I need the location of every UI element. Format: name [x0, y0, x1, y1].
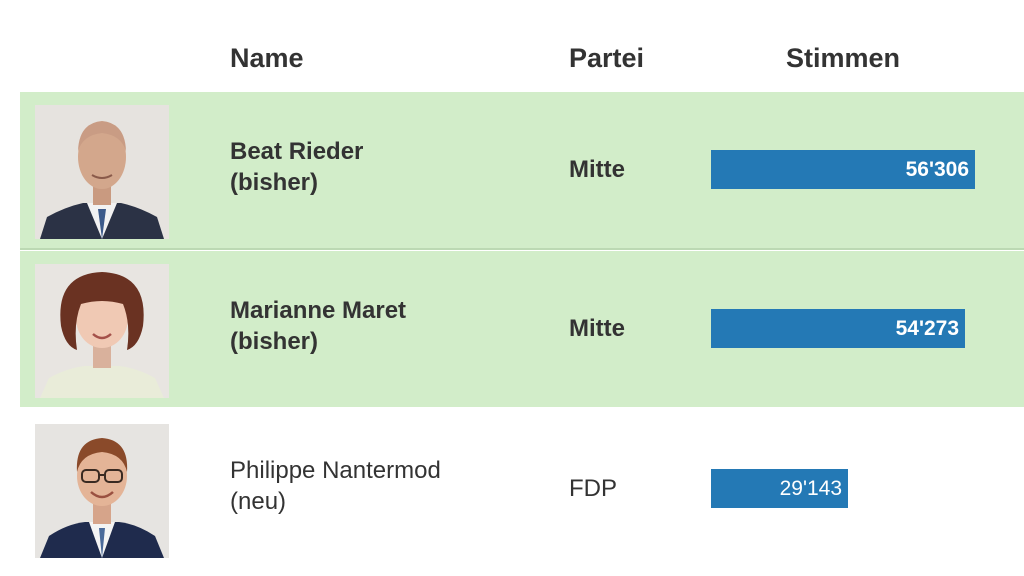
candidate-photo [35, 264, 169, 398]
votes-bar: 29'143 [711, 469, 848, 508]
candidate-name: Philippe Nantermod (neu) [230, 455, 441, 517]
table-row: Beat Rieder (bisher) Mitte 56'306 [20, 92, 1024, 248]
candidate-photo [35, 424, 169, 558]
votes-bar-track: 29'143 [711, 469, 1011, 508]
column-header-votes: Stimmen [785, 43, 901, 73]
candidate-name: Marianne Maret (bisher) [230, 295, 406, 357]
row-divider [20, 248, 1024, 250]
candidate-name: Beat Rieder (bisher) [230, 136, 363, 198]
votes-bar-track: 54'273 [711, 309, 1011, 348]
votes-bar: 56'306 [711, 150, 975, 189]
column-header-party: Partei [569, 43, 645, 73]
column-header-name: Name [230, 43, 304, 73]
results-table: Name Partei Stimmen Beat Rieder (bisher)… [0, 0, 1024, 576]
votes-bar: 54'273 [711, 309, 965, 348]
candidate-party: Mitte [569, 156, 625, 183]
candidate-status: (neu) [230, 488, 287, 515]
candidate-status: (bisher) [230, 328, 319, 355]
candidate-party: Mitte [569, 315, 625, 342]
table-row: Philippe Nantermod (neu) FDP 29'143 [20, 411, 1024, 567]
votes-bar-track: 56'306 [711, 150, 1011, 189]
candidate-photo [35, 105, 169, 239]
candidate-status: (bisher) [230, 169, 319, 196]
candidate-party: FDP [569, 475, 617, 502]
candidate-name-line1: Beat Rieder [230, 138, 364, 165]
candidate-name-line1: Philippe Nantermod [230, 457, 441, 484]
table-row: Marianne Maret (bisher) Mitte 54'273 [20, 251, 1024, 407]
candidate-name-line1: Marianne Maret [230, 297, 407, 324]
